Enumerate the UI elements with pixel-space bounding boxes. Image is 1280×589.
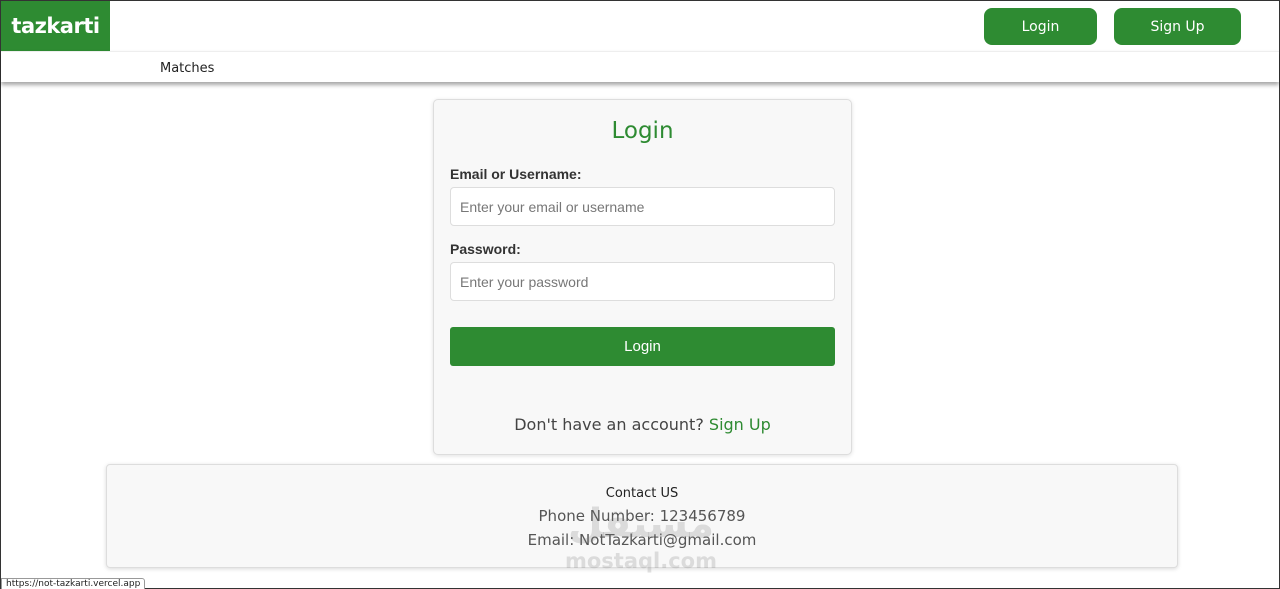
header-login-button[interactable]: Login	[984, 8, 1097, 45]
contact-phone: Phone Number: 123456789	[538, 507, 746, 525]
signup-prompt: Don't have an account? Sign Up	[434, 415, 851, 434]
contact-email: Email: NotTazkarti@gmail.com	[527, 531, 757, 549]
nav-bar: Matches	[1, 51, 1279, 82]
header-signup-button[interactable]: Sign Up	[1114, 8, 1241, 45]
contact-heading: Contact US	[605, 486, 679, 501]
browser-viewport: tazkarti Login Sign Up Matches Login Ema…	[0, 0, 1280, 589]
top-header: tazkarti Login Sign Up	[1, 1, 1279, 51]
login-card: Login Email or Username: Password: Login…	[433, 99, 852, 455]
site-logo[interactable]: tazkarti	[1, 1, 110, 51]
password-input[interactable]	[450, 262, 835, 301]
login-submit-button[interactable]: Login	[450, 327, 835, 366]
contact-footer: Contact US Phone Number: 123456789 Email…	[106, 464, 1178, 568]
signup-link[interactable]: Sign Up	[709, 415, 771, 434]
status-bar-url: https://not-tazkarti.vercel.app	[1, 578, 146, 589]
no-account-text: Don't have an account?	[514, 415, 704, 434]
email-input[interactable]	[450, 187, 835, 226]
nav-link-matches[interactable]: Matches	[160, 61, 214, 76]
password-label: Password:	[450, 241, 521, 257]
login-title: Login	[611, 118, 674, 144]
email-label: Email or Username:	[450, 166, 582, 182]
